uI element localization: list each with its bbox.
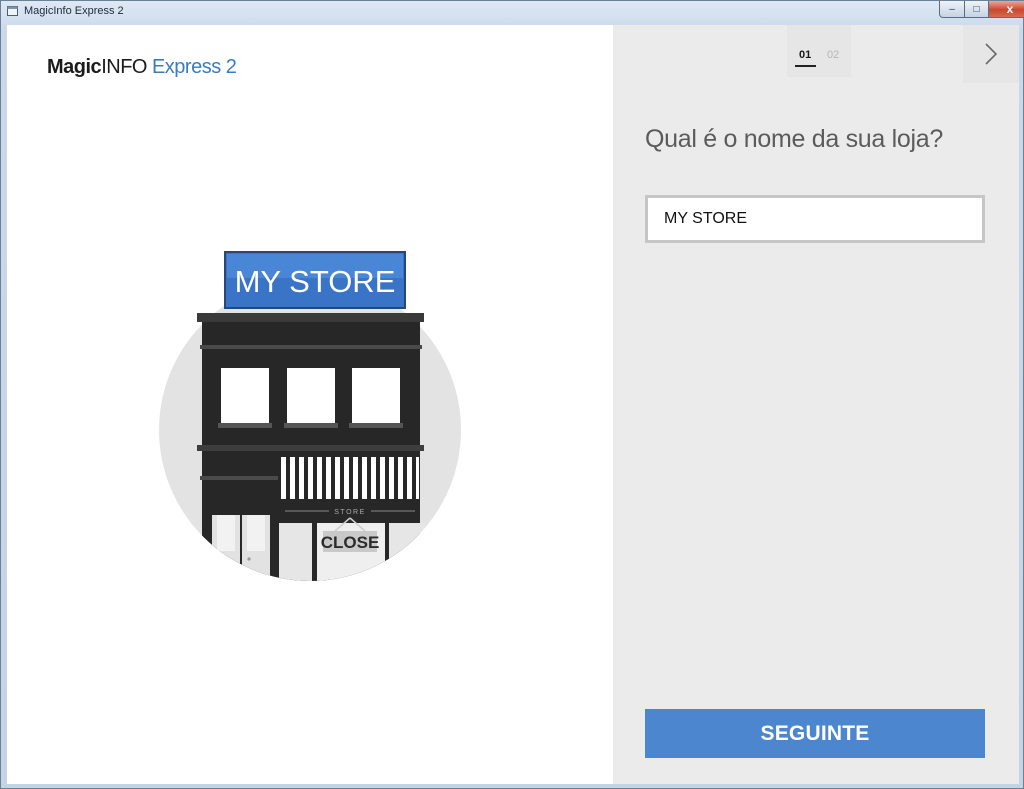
illustration-panel: MagicINFO Express 2 STORE CLOSE MY STORE [7, 25, 613, 784]
upper-window-2 [287, 368, 335, 424]
window-title: MagicInfo Express 2 [24, 5, 124, 17]
store-name-question: Qual é o nome da sua loja? [645, 125, 943, 153]
chevron-right-icon [985, 43, 998, 65]
close-window-button[interactable]: x [988, 1, 1024, 18]
shop-window [279, 523, 315, 581]
minimize-icon: – [949, 3, 955, 15]
step-2[interactable]: 02 [827, 49, 839, 61]
step-indicator: 01 02 [787, 25, 851, 77]
active-step-underline [795, 65, 816, 67]
awning-stripes [281, 457, 419, 499]
upper-window-3 [352, 368, 400, 424]
maximize-button[interactable]: □ [964, 1, 989, 18]
building-roof [197, 313, 424, 322]
title-bar[interactable]: MagicInfo Express 2 – □ x [1, 1, 1024, 23]
app-window-icon [7, 6, 18, 16]
logo-express: Express 2 [151, 56, 237, 78]
awning-store-label: STORE [334, 509, 366, 516]
store-sign-text: MY STORE [235, 264, 396, 299]
logo-info: INFO [101, 56, 147, 78]
close-sign-text: CLOSE [321, 533, 380, 552]
app-logo: MagicINFO Express 2 [47, 56, 237, 79]
next-step-arrow[interactable] [963, 25, 1019, 83]
app-window: MagicInfo Express 2 – □ x MagicINFO Expre… [0, 0, 1024, 789]
upper-window-1 [221, 368, 269, 424]
minimize-button[interactable]: – [939, 1, 965, 18]
maximize-icon: □ [973, 3, 980, 15]
close-icon: x [1006, 2, 1014, 16]
store-illustration: STORE CLOSE MY STORE [159, 251, 461, 581]
next-button[interactable]: SEGUINTE [645, 709, 985, 758]
step-1[interactable]: 01 [799, 49, 811, 61]
wizard-panel: 01 02 Qual é o nome da sua loja? SEGUINT… [613, 25, 1019, 784]
client-area: MagicINFO Express 2 STORE CLOSE MY STORE… [7, 25, 1019, 784]
store-name-input[interactable] [645, 195, 985, 243]
logo-magic: Magic [47, 56, 102, 78]
